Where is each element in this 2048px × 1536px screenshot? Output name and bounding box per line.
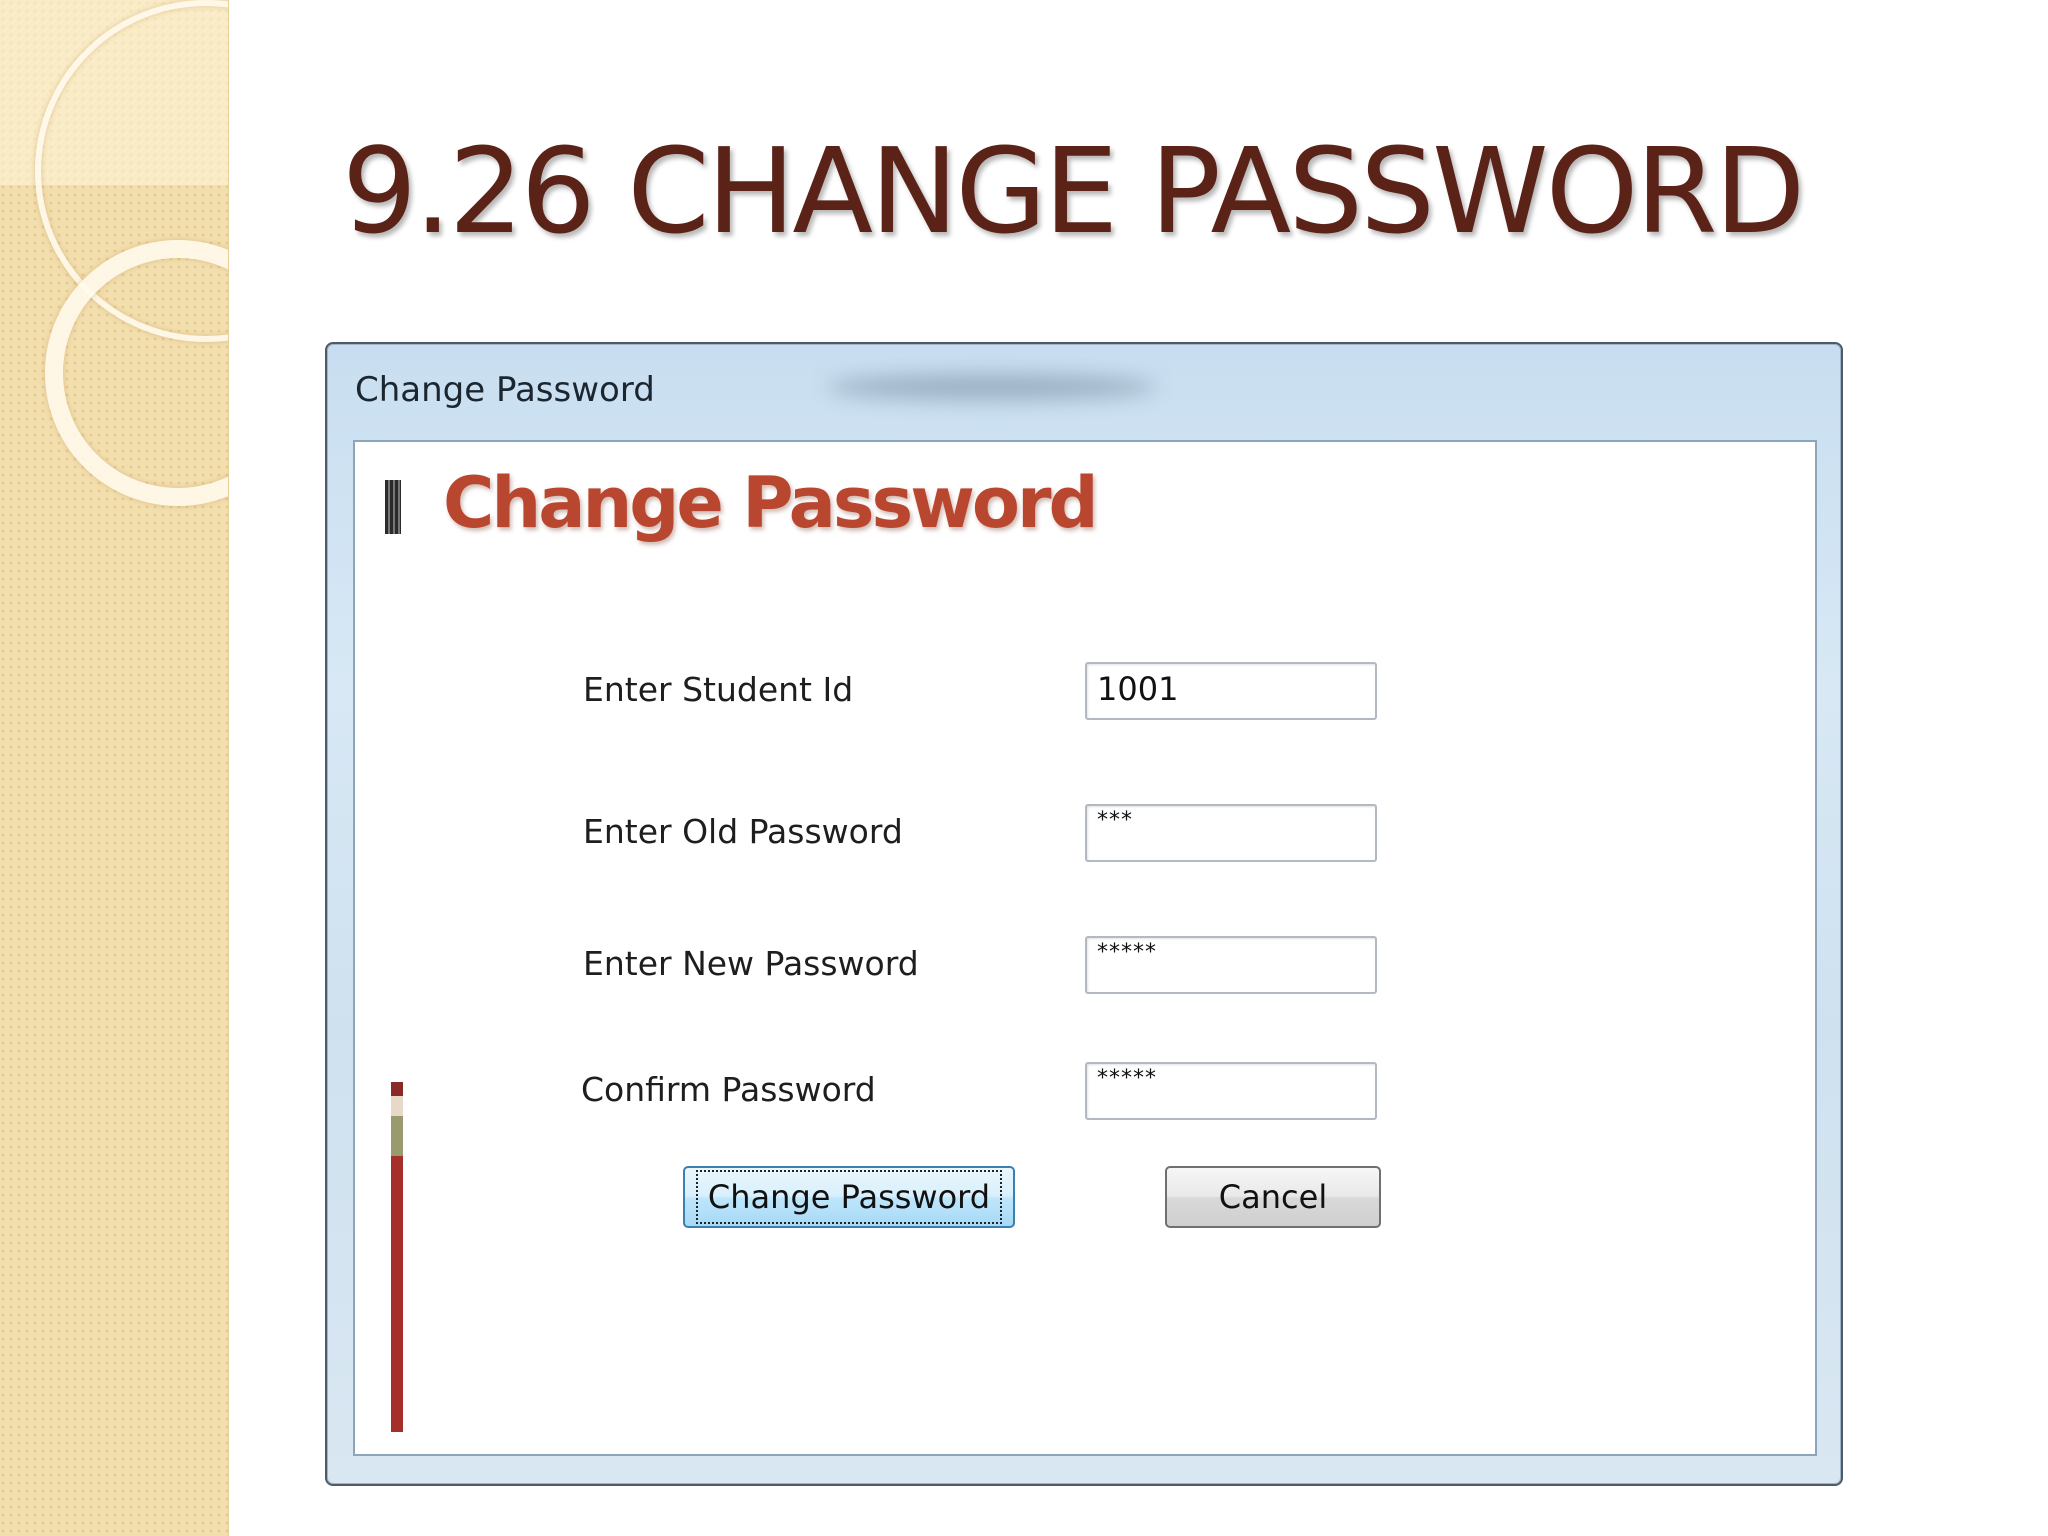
heading-accent-mark (385, 480, 401, 534)
change-password-window: Change Password Change Password Enter St… (325, 342, 1843, 1486)
old-password-label: Enter Old Password (583, 812, 903, 851)
decorative-side-strip (0, 0, 229, 1536)
window-client-area: Change Password Enter Student Id 1001 En… (353, 440, 1817, 1456)
change-password-button[interactable]: Change Password (683, 1166, 1015, 1228)
new-password-input[interactable]: ***** (1085, 936, 1377, 994)
slide-title: 9.26 CHANGE PASSWORD (342, 122, 1805, 260)
student-id-input[interactable]: 1001 (1085, 662, 1377, 720)
form-heading: Change Password (443, 462, 1099, 544)
title-bar-glare (827, 374, 1157, 400)
cancel-button[interactable]: Cancel (1165, 1166, 1381, 1228)
change-password-button-label: Change Password (695, 1170, 1003, 1224)
confirm-password-input[interactable]: ***** (1085, 1062, 1377, 1120)
window-title: Change Password (355, 370, 655, 410)
decorative-red-bar (391, 1082, 403, 1432)
decorative-ring-small (45, 240, 228, 506)
new-password-label: Enter New Password (583, 944, 919, 983)
cancel-button-label: Cancel (1218, 1178, 1328, 1216)
old-password-input[interactable]: *** (1085, 804, 1377, 862)
confirm-password-label: Confirm Password (581, 1070, 876, 1109)
student-id-label: Enter Student Id (583, 670, 854, 709)
